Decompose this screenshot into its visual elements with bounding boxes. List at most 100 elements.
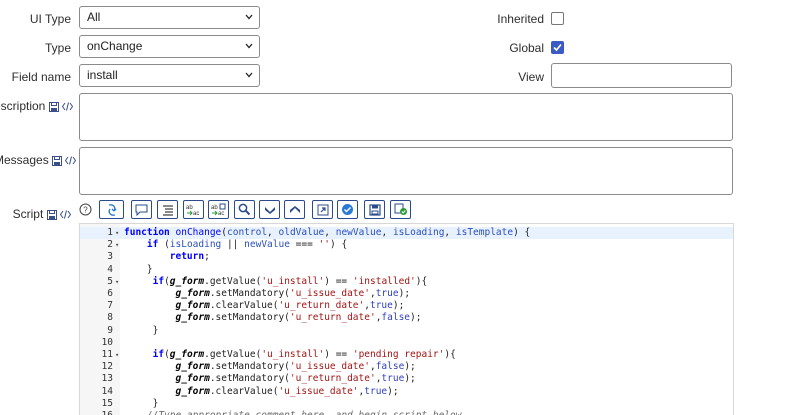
script-label: Script: [12, 207, 44, 221]
fold-arrow-icon[interactable]: ▾: [115, 349, 119, 361]
search-button[interactable]: [234, 200, 255, 219]
replace-button[interactable]: ab ac: [183, 200, 204, 219]
code-line[interactable]: 13 g_form.setMandatory('u_return_date',t…: [80, 373, 733, 385]
checkmark-icon: [553, 43, 562, 52]
format-code-icon: [162, 204, 173, 216]
line-number: 3: [107, 251, 113, 263]
save-field-icon[interactable]: [48, 101, 59, 112]
global-label: Global: [509, 41, 544, 55]
messages-label-row: Messages: [0, 153, 77, 167]
global-checkbox[interactable]: [551, 41, 564, 54]
code-text: g_form.setMandatory('u_issue_date',true)…: [175, 288, 411, 299]
chevron-down-icon: [245, 72, 253, 78]
check-syntax-icon: [394, 203, 407, 215]
fullscreen-icon: [317, 204, 328, 215]
code-text: g_form.clearValue('u_issue_date',true);: [175, 385, 399, 397]
description-textarea[interactable]: [79, 93, 733, 141]
ui-type-select[interactable]: All: [79, 6, 260, 29]
code-text: function onChange(control, oldValue, new…: [124, 227, 531, 238]
code-line[interactable]: 12 g_form.setMandatory('u_issue_date',fa…: [80, 361, 733, 373]
type-value: onChange: [87, 39, 143, 53]
code-line[interactable]: 7 g_form.clearValue('u_return_date',true…: [80, 300, 733, 312]
replace-icon: abac: [186, 205, 199, 216]
code-line[interactable]: 5 ▾ if(g_form.getValue('u_install') == 'i…: [80, 276, 733, 288]
code-text: g_form.setMandatory('u_return_date',fals…: [175, 312, 422, 324]
script-debugger-button[interactable]: [337, 200, 358, 219]
inherited-label: Inherited: [497, 12, 544, 26]
svg-text:?: ?: [83, 206, 88, 215]
line-number: 5: [107, 275, 113, 287]
save-icon: [368, 203, 381, 216]
ui-type-label: UI Type: [29, 12, 71, 26]
fold-arrow-icon[interactable]: ▾: [115, 227, 119, 239]
code-line[interactable]: 9 }: [80, 325, 733, 337]
line-number: 2: [107, 239, 113, 251]
code-text: if(g_form.getValue('u_install') == 'inst…: [152, 275, 428, 287]
line-number: 10: [101, 336, 113, 348]
find-next-icon: [264, 206, 275, 214]
toggle-syntax-button[interactable]: [99, 200, 124, 219]
line-number: 6: [107, 288, 113, 299]
line-number: 13: [101, 373, 113, 385]
description-label-row: escription: [0, 99, 74, 113]
code-line[interactable]: 3 return;: [80, 251, 733, 263]
code-text: if (isLoading || newValue === '') {: [146, 239, 348, 251]
view-label: View: [518, 70, 544, 84]
type-label: Type: [44, 41, 71, 55]
save-button[interactable]: [364, 200, 385, 219]
code-line[interactable]: 15 }: [80, 398, 733, 410]
svg-text:ac: ac: [193, 211, 199, 216]
code-line[interactable]: 4 }: [80, 264, 733, 276]
fold-arrow-icon[interactable]: ▾: [115, 276, 119, 288]
code-text: //Type appropriate comment here, and beg…: [124, 410, 462, 415]
line-number: 14: [101, 385, 113, 397]
code-line[interactable]: 1 ▾ function onChange(control, oldValue, n…: [80, 227, 733, 239]
line-number: 4: [107, 263, 113, 275]
code-line[interactable]: 16 //Type appropriate comment here, and …: [80, 410, 733, 415]
save-field-icon[interactable]: [46, 209, 57, 220]
type-select[interactable]: onChange: [79, 35, 260, 58]
fold-arrow-icon[interactable]: ▾: [115, 239, 119, 251]
field-name-select[interactable]: install: [79, 64, 260, 87]
replace-all-icon: abac: [211, 203, 226, 216]
line-number: 12: [101, 361, 113, 373]
line-number: 15: [101, 397, 113, 409]
code-line[interactable]: 11 ▾ if(g_form.getValue('u_install') == '…: [80, 349, 733, 361]
chevron-down-icon: [245, 43, 253, 49]
line-number: 8: [107, 312, 113, 324]
replace-all-button[interactable]: ab ac: [208, 200, 229, 219]
format-code-button[interactable]: [157, 200, 178, 219]
messages-label: Messages: [0, 153, 49, 167]
line-number: 1: [107, 227, 113, 238]
check-syntax-button[interactable]: [390, 200, 411, 219]
chevron-down-icon: [245, 14, 253, 20]
code-line[interactable]: 10: [80, 337, 733, 349]
code-toggle-icon[interactable]: [65, 156, 77, 165]
view-input[interactable]: [551, 63, 732, 88]
script-label-row: Script: [0, 207, 71, 221]
messages-textarea[interactable]: [79, 147, 733, 195]
inherited-checkbox[interactable]: [551, 12, 564, 25]
find-next-button[interactable]: [259, 200, 280, 219]
line-number: 11: [101, 349, 113, 360]
code-toggle-icon[interactable]: [60, 210, 71, 219]
comment-button[interactable]: [131, 200, 152, 219]
save-field-icon[interactable]: [52, 155, 63, 166]
code-line[interactable]: 2 ▾ if (isLoading || newValue === '') {: [80, 239, 733, 251]
description-label: escription: [0, 99, 46, 113]
code-text: }: [124, 263, 153, 275]
help-icon[interactable]: ?: [79, 203, 92, 216]
svg-text:ac: ac: [218, 211, 224, 216]
code-text: return;: [169, 251, 210, 263]
script-editor[interactable]: 1 ▾ function onChange(control, oldValue, n…: [79, 223, 734, 415]
find-previous-button[interactable]: [284, 200, 305, 219]
field-name-value: install: [87, 68, 118, 82]
code-text: }: [124, 324, 159, 336]
code-line[interactable]: 14 g_form.clearValue('u_issue_date',true…: [80, 386, 733, 398]
find-previous-icon: [289, 205, 300, 213]
code-line[interactable]: 8 g_form.setMandatory('u_return_date',fa…: [80, 312, 733, 324]
code-line[interactable]: 6 g_form.setMandatory('u_issue_date',tru…: [80, 288, 733, 300]
fullscreen-button[interactable]: [312, 200, 333, 219]
code-toggle-icon[interactable]: [62, 102, 74, 111]
line-number: 16: [80, 410, 113, 415]
